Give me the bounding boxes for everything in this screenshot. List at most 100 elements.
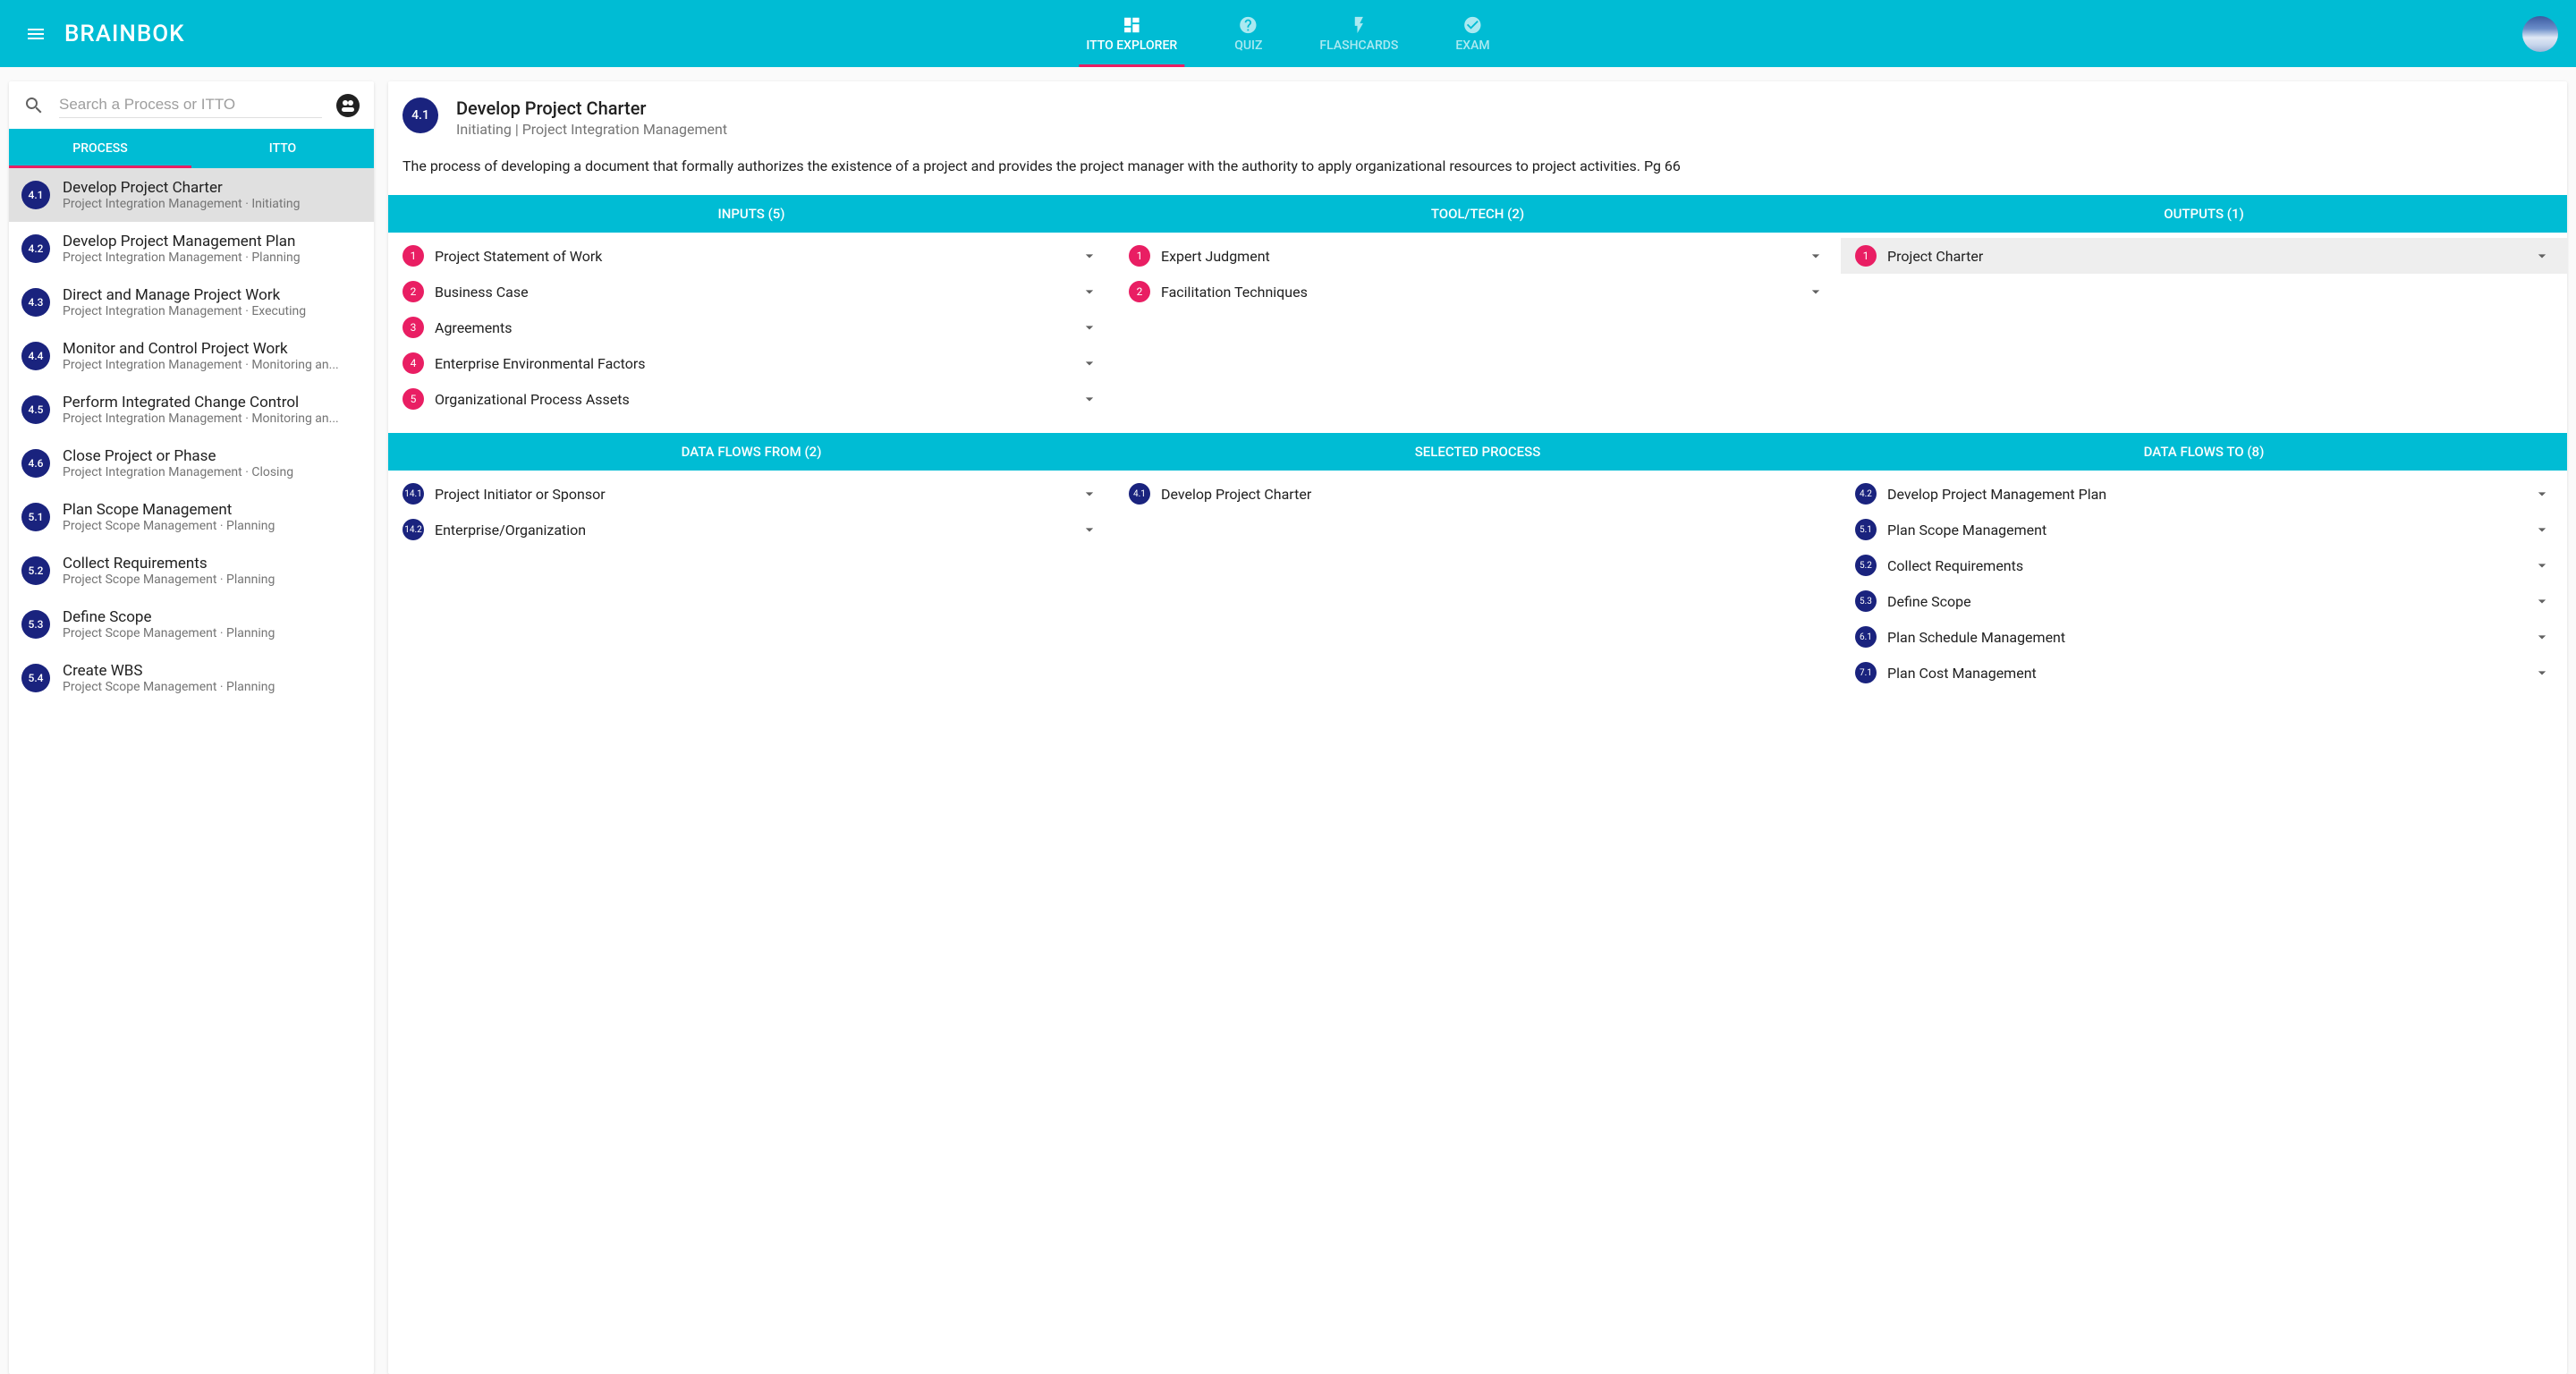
item-badge: 6.1 (1855, 626, 1877, 648)
sidebar-tab-process[interactable]: PROCESS (9, 129, 191, 168)
item-badge: 4.1 (1129, 483, 1150, 505)
process-item-4.6[interactable]: 4.6Close Project or PhaseProject Integra… (9, 437, 374, 490)
sidebar-tab-itto[interactable]: ITTO (191, 129, 374, 168)
process-name: Create WBS (63, 662, 361, 680)
process-id-badge: 5.1 (21, 503, 50, 531)
avatar[interactable] (2522, 16, 2558, 52)
item-label: Expert Judgment (1161, 248, 1794, 265)
process-id-badge: 5.3 (21, 610, 50, 639)
process-item-4.3[interactable]: 4.3 Direct and Manage Project WorkProject… (9, 276, 374, 329)
list-item[interactable]: 1Project Charter (1841, 238, 2567, 274)
item-label: Enterprise Environmental Factors (435, 355, 1068, 372)
chevron-down-icon (2531, 662, 2553, 683)
process-name: Direct and Manage Project Work (63, 286, 361, 304)
process-id-badge: 4.5 (21, 395, 50, 424)
list-item[interactable]: 2Business Case (388, 274, 1114, 310)
detail-id-badge: 4.1 (402, 98, 438, 133)
item-label: Plan Scope Management (1887, 522, 2521, 539)
list-item[interactable]: 5.2 Collect Requirements (1841, 547, 2567, 583)
chevron-down-icon (2531, 555, 2553, 576)
process-name: Close Project or Phase (63, 447, 361, 465)
process-subtitle: Project Integration Management · Closing (63, 465, 361, 479)
detail-header: 4.1 Develop Project Charter Initiating |… (388, 81, 2567, 148)
process-subtitle: Project Scope Management · Planning (63, 626, 361, 640)
process-subtitle: Project Scope Management · Planning (63, 680, 361, 694)
item-badge: 5.1 (1855, 519, 1877, 540)
item-badge: 2 (1129, 281, 1150, 302)
column-header: OUTPUTS (1) (1841, 195, 2567, 233)
column-header: DATA FLOWS TO (8) (1841, 433, 2567, 471)
list-item[interactable]: 2 Facilitation Techniques (1114, 274, 1841, 310)
column-body: 14.1Project Initiator or Sponsor14.2Ente… (388, 471, 1114, 696)
process-name: Plan Scope Management (63, 501, 361, 519)
chevron-down-icon (1805, 281, 1826, 302)
process-item-5.2[interactable]: 5.2Collect RequirementsProject Scope Man… (9, 544, 374, 598)
list-item[interactable]: 14.2Enterprise/Organization (388, 512, 1114, 547)
itto-columns: INPUTS (5)TOOL/TECH (2)OUTPUTS (1)1Proje… (388, 195, 2567, 422)
item-badge: 1 (1129, 245, 1150, 267)
list-item[interactable]: 6.1Plan Schedule Management (1841, 619, 2567, 655)
process-id-badge: 5.4 (21, 664, 50, 692)
process-item-4.2[interactable]: 4.2Develop Project Management PlanProjec… (9, 222, 374, 276)
item-label: Plan Cost Management (1887, 665, 2521, 682)
item-label: Facilitation Techniques (1161, 284, 1794, 301)
list-item[interactable]: 3Agreements (388, 310, 1114, 345)
group-filter-button[interactable] (336, 94, 360, 117)
app-title: BRAINBOK (64, 21, 185, 47)
list-item[interactable]: 1 Expert Judgment (1114, 238, 1841, 274)
search-icon (23, 95, 45, 116)
item-label: Business Case (435, 284, 1068, 301)
process-id-badge: 4.3 (21, 288, 50, 317)
column-body: 4.1Develop Project Charter (1114, 471, 1841, 696)
process-name: Monitor and Control Project Work (63, 340, 361, 358)
nav-tab-flashcards[interactable]: FLASHCARDS (1312, 0, 1405, 67)
process-id-badge: 4.4 (21, 342, 50, 370)
process-item-5.4[interactable]: 5.4 Create WBSProject Scope Management · … (9, 651, 374, 705)
process-item-5.1[interactable]: 5.1 Plan Scope ManagementProject Scope Ma… (9, 490, 374, 544)
process-item-5.3[interactable]: 5.3 Define ScopeProject Scope Management … (9, 598, 374, 651)
nav-tab-exam[interactable]: EXAM (1448, 0, 1496, 67)
nav-tab-itto-explorer[interactable]: ITTO EXPLORER (1079, 0, 1184, 67)
item-label: Collect Requirements (1887, 557, 2521, 574)
list-item[interactable]: 5Organizational Process Assets (388, 381, 1114, 417)
list-item[interactable]: 7.1Plan Cost Management (1841, 655, 2567, 691)
list-item[interactable]: 14.1Project Initiator or Sponsor (388, 476, 1114, 512)
nav-tab-quiz[interactable]: QUIZ (1227, 0, 1269, 67)
search-input[interactable] (59, 92, 322, 118)
menu-icon (25, 23, 47, 45)
process-name: Define Scope (63, 608, 361, 626)
chevron-down-icon (2531, 590, 2553, 612)
column-header: SELECTED PROCESS (1114, 433, 1841, 471)
process-subtitle: Project Integration Management · Initiat… (63, 197, 361, 211)
column-body: 1 Expert Judgment 2 Facilitation Techniques (1114, 233, 1841, 422)
app-header: BRAINBOK ITTO EXPLORER QUIZ FLASHCARDS EXAM (0, 0, 2576, 67)
column-header: DATA FLOWS FROM (2) (388, 433, 1114, 471)
process-item-4.1[interactable]: 4.1Develop Project CharterProject Integr… (9, 168, 374, 222)
column-header: TOOL/TECH (2) (1114, 195, 1841, 233)
list-item[interactable]: 1Project Statement of Work (388, 238, 1114, 274)
list-item[interactable]: 4 Enterprise Environmental Factors (388, 345, 1114, 381)
chevron-down-icon (2531, 245, 2553, 267)
chevron-down-icon (2531, 626, 2553, 648)
chevron-down-icon (1079, 519, 1100, 540)
item-badge: 14.2 (402, 519, 424, 540)
list-item: 4.1Develop Project Charter (1114, 476, 1841, 512)
chevron-down-icon (2531, 483, 2553, 505)
process-list[interactable]: 4.1Develop Project CharterProject Integr… (9, 168, 374, 1374)
process-subtitle: Project Integration Management · Executi… (63, 304, 361, 318)
menu-button[interactable] (18, 16, 54, 52)
chevron-down-icon (1079, 317, 1100, 338)
list-item[interactable]: 5.1 Plan Scope Management (1841, 512, 2567, 547)
column-body: 1Project Statement of Work2Business Case… (388, 233, 1114, 422)
process-item-4.4[interactable]: 4.4Monitor and Control Project WorkProje… (9, 329, 374, 383)
list-item[interactable]: 5.3Define Scope (1841, 583, 2567, 619)
item-badge: 4 (402, 352, 424, 374)
process-subtitle: Project Scope Management · Planning (63, 519, 361, 533)
item-badge: 5.2 (1855, 555, 1877, 576)
chevron-down-icon (1079, 483, 1100, 505)
item-badge: 4.2 (1855, 483, 1877, 505)
process-name: Develop Project Charter (63, 179, 361, 197)
process-item-4.5[interactable]: 4.5Perform Integrated Change ControlProj… (9, 383, 374, 437)
list-item[interactable]: 4.2Develop Project Management Plan (1841, 476, 2567, 512)
process-subtitle: Project Integration Management · Monitor… (63, 411, 361, 426)
